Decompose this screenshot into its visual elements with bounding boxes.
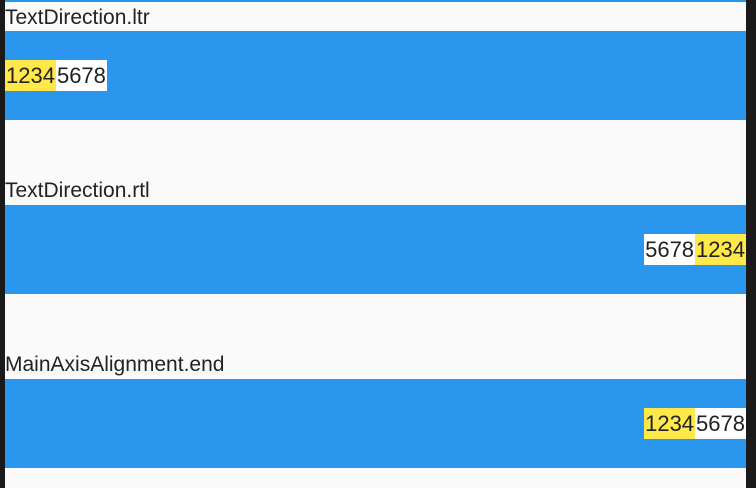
blue-band-rtl: 5678 1234 xyxy=(5,205,746,294)
plain-text: 5678 xyxy=(55,60,107,91)
text-row-main-axis-end: 1234 5678 xyxy=(644,408,746,439)
text-row-rtl: 5678 1234 xyxy=(644,234,746,265)
blue-band-main-axis-end: 1234 5678 xyxy=(5,379,746,468)
section-label-ltr: TextDirection.ltr xyxy=(5,6,150,29)
highlighted-text: 1234 xyxy=(5,60,56,91)
text-row-ltr: 1234 5678 xyxy=(5,60,107,91)
highlighted-text: 1234 xyxy=(695,234,746,265)
plain-text: 5678 xyxy=(644,234,696,265)
highlighted-text: 1234 xyxy=(644,408,696,439)
app-screen: TextDirection.ltr 1234 5678 TextDirectio… xyxy=(5,0,746,488)
blue-band-ltr: 1234 5678 xyxy=(5,31,746,120)
section-label-rtl: TextDirection.rtl xyxy=(5,179,150,202)
section-label-main-axis-end: MainAxisAlignment.end xyxy=(5,353,225,376)
plain-text: 5678 xyxy=(695,408,746,439)
